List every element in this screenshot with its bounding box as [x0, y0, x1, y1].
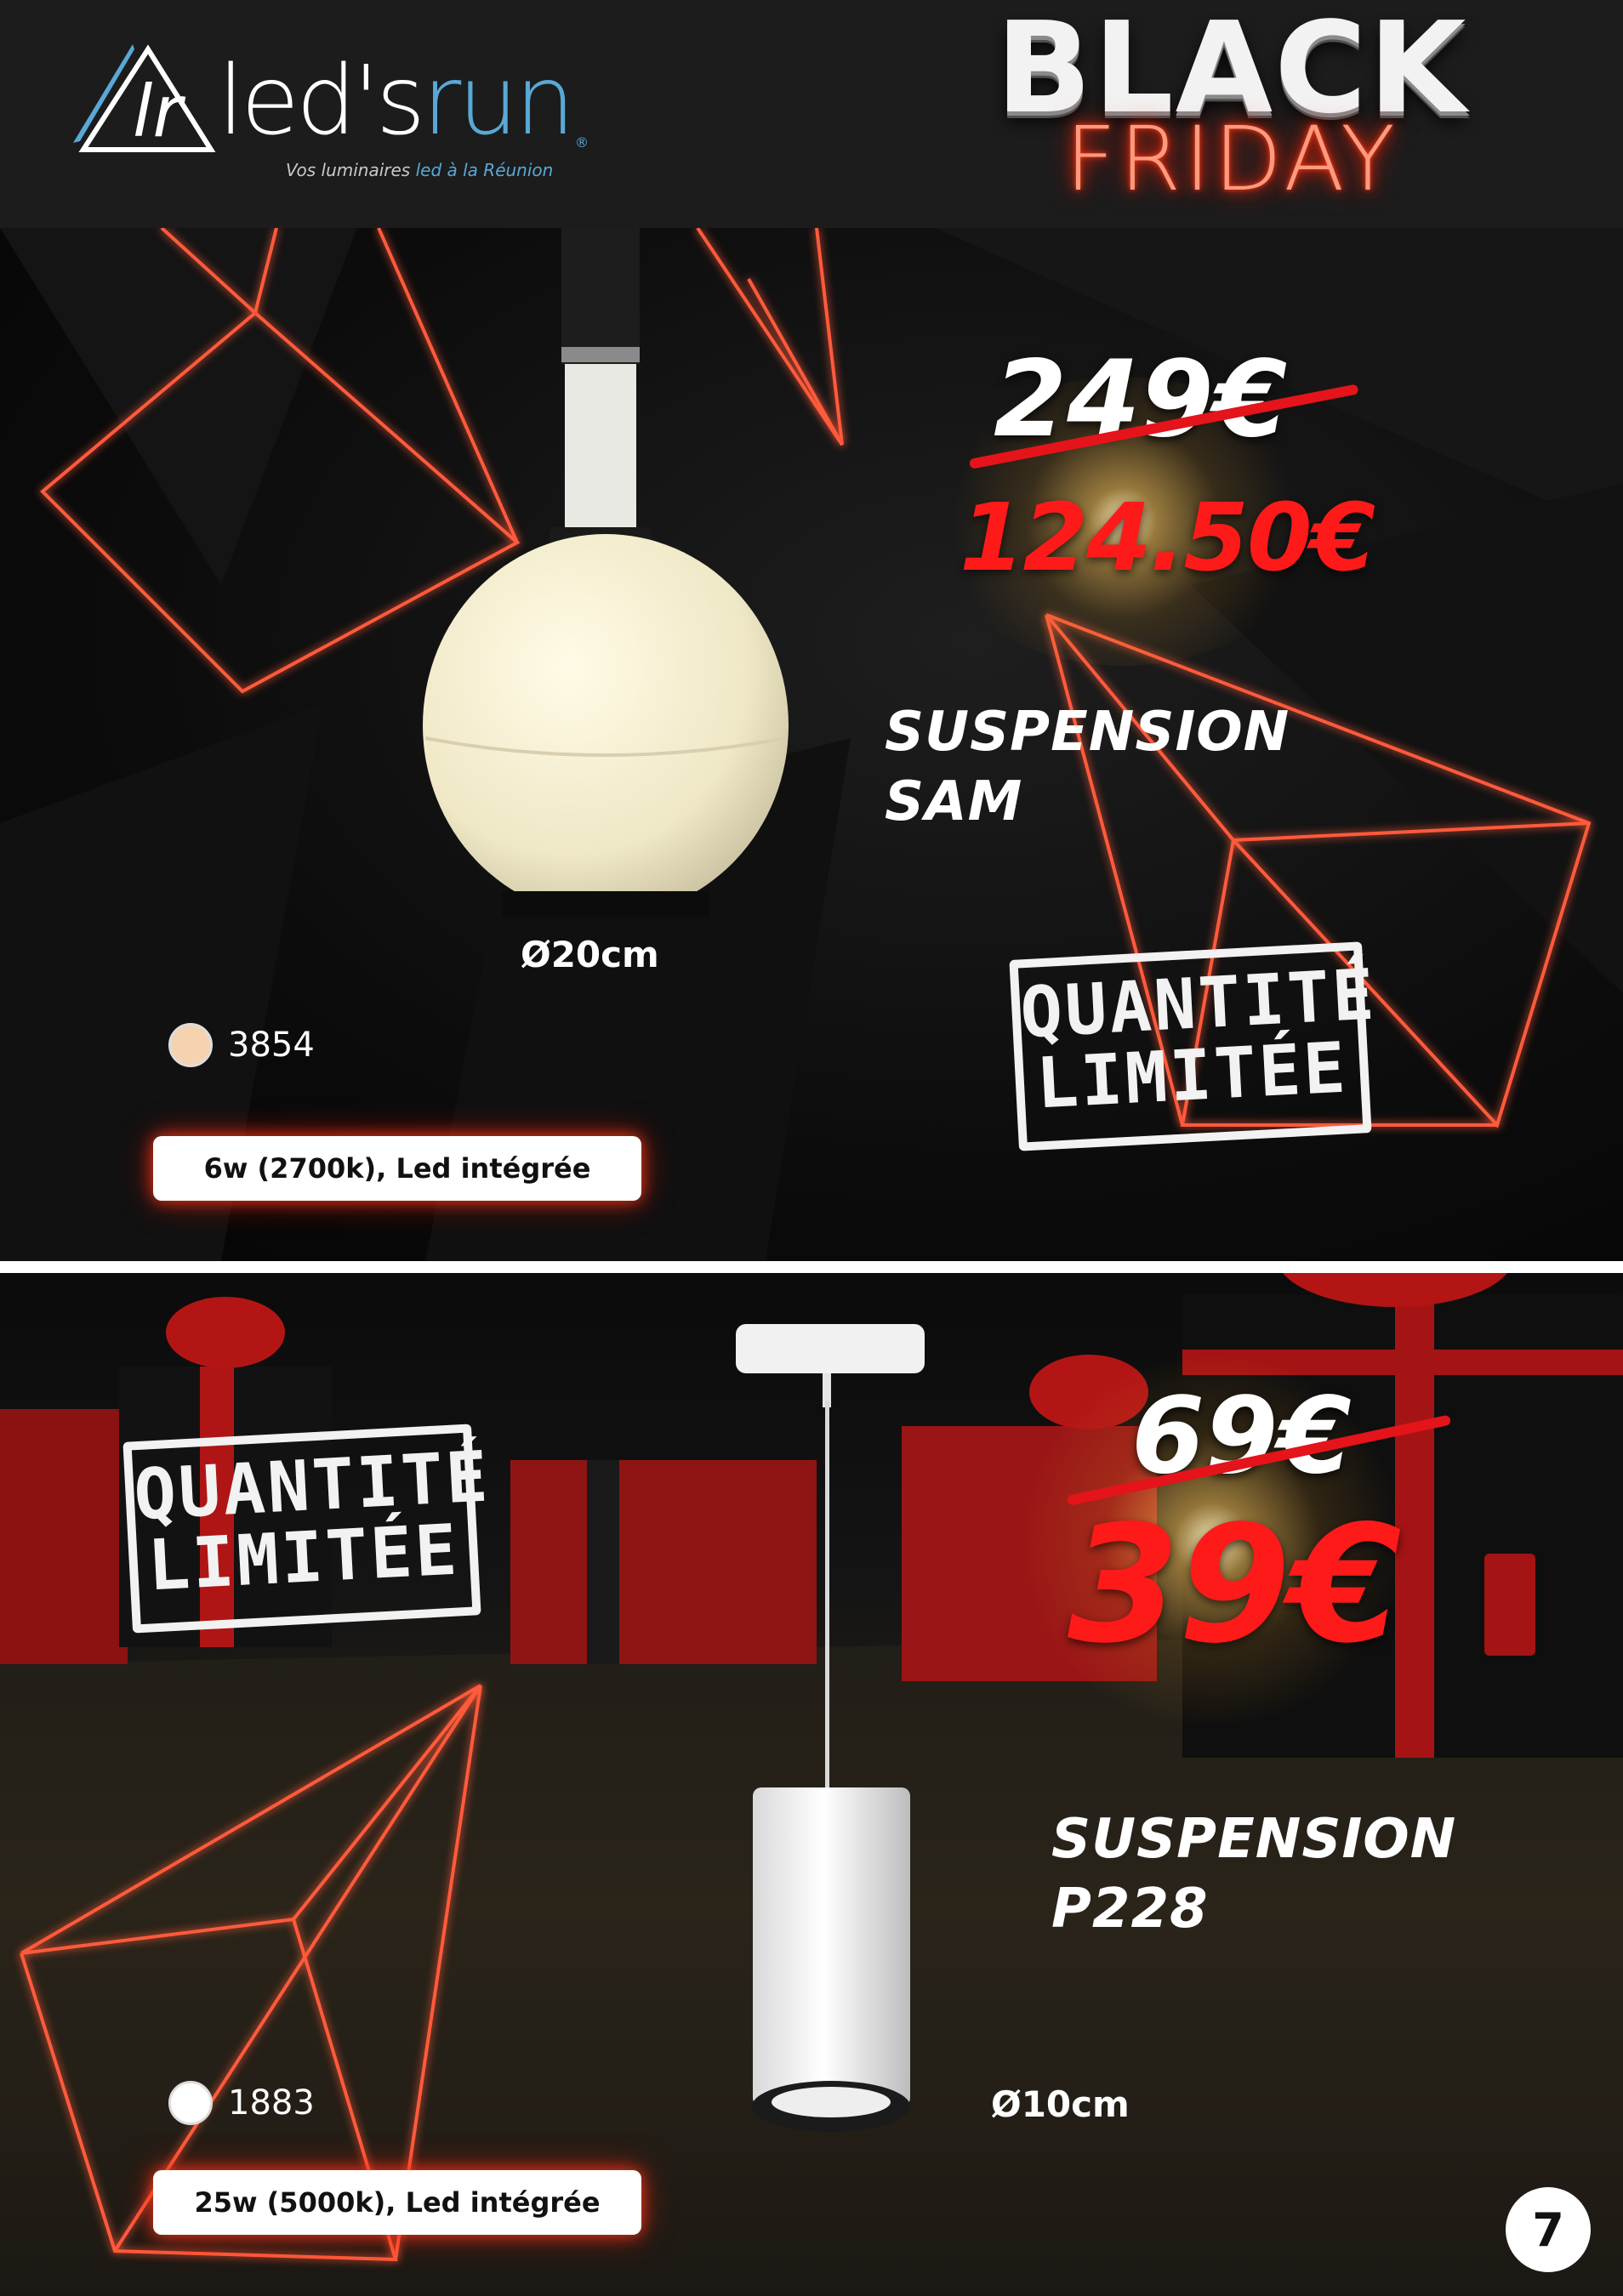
logo-tagline: Vos luminaires led à la Réunion [286, 160, 554, 180]
product-diameter: Ø10cm [991, 2083, 1130, 2125]
logo-triangle-icon: lr [73, 44, 216, 153]
header: lr led'srun ® Vos luminaires led à la Ré… [0, 0, 1623, 228]
lamp-sam-image [423, 228, 789, 917]
panel-divider [0, 1261, 1623, 1273]
neon-shapes-decoration [0, 228, 1623, 1261]
product-reference: 1883 [168, 2081, 315, 2125]
old-price: 249€ [994, 338, 1288, 461]
color-swatch [168, 1023, 213, 1067]
page-number: 7 [1506, 2187, 1591, 2272]
new-price: 39€ [1068, 1491, 1402, 1679]
spec-badge: 25w (5000k), Led intégrée [153, 2170, 641, 2235]
product-panel-sam: 249€ 124.50€ SUSPENSION SAM Ø20cm QUANTI… [0, 228, 1623, 1261]
product-name: SUSPENSION SAM [885, 701, 1290, 833]
color-swatch [168, 2081, 213, 2125]
limited-quantity-stamp: QUANTITÉ LIMITÉE [122, 1424, 493, 1634]
gift-scene-decoration [0, 1273, 1623, 2296]
registered-mark: ® [575, 134, 589, 151]
product-reference: 3854 [168, 1023, 315, 1067]
logo-wordmark: led'srun [218, 46, 575, 156]
black-friday-subtitle: FRIDAY [1065, 107, 1398, 211]
neon-pyramid-top [696, 228, 844, 446]
spec-badge: 6w (2700k), Led intégrée [153, 1136, 641, 1201]
brand-logo: lr led'srun ® Vos luminaires led à la Ré… [73, 41, 601, 185]
new-price: 124.50€ [960, 483, 1375, 592]
limited-quantity-stamp: QUANTITÉ LIMITÉE [1009, 941, 1379, 1151]
product-panel-p228: QUANTITÉ LIMITÉE 69€ 39€ SUSPENSION P228… [0, 1273, 1623, 2296]
product-diameter: Ø20cm [521, 934, 659, 975]
svg-text:lr: lr [133, 70, 185, 153]
product-name: SUSPENSION P228 [1051, 1808, 1457, 1941]
